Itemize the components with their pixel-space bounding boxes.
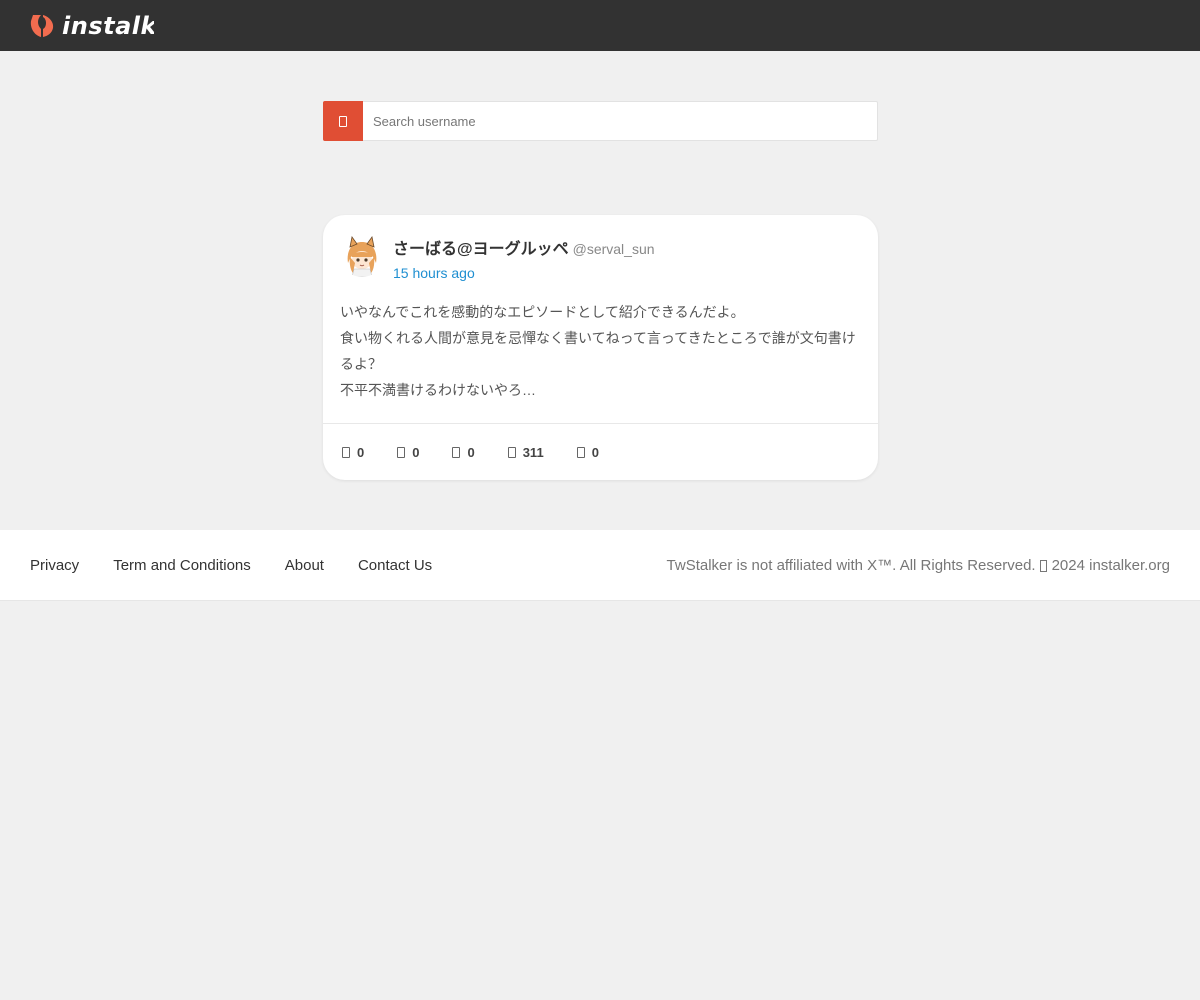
reply-icon [342,447,350,458]
card-divider [323,423,878,424]
like-count-value: 0 [467,445,475,460]
tweet-line: 食い物くれる人間が意見を忌憚なく書いてねって言ってきたところで誰が文句書け [340,330,856,346]
footer-link-privacy[interactable]: Privacy [30,557,79,574]
search-bar [323,101,878,141]
tweet-author-info: さーばる@ヨーグルッペ @serval_sun 15 hours ago [393,233,655,281]
tweet-text: いやなんでこれを感動的なエピソードとして紹介できるんだよ。 食い物くれる人間が意… [340,299,865,403]
retweet-count-value: 0 [412,445,420,460]
like-count[interactable]: 0 [452,445,475,460]
bookmark-icon [576,447,585,458]
author-display-name[interactable]: さーばる@ヨーグルッペ [393,241,569,258]
footer-links: Privacy Term and Conditions About Contac… [30,530,466,601]
bookmark-count-value: 0 [591,445,599,460]
tweet-timestamp[interactable]: 15 hours ago [393,265,655,281]
copyright-icon [1039,559,1047,572]
reply-count[interactable]: 0 [342,445,364,460]
search-icon [339,115,347,127]
copyright-notice: TwStalker is not affiliated with X™. All… [667,530,1170,601]
footer-link-contact[interactable]: Contact Us [358,557,432,574]
author-handle: @serval_sun [572,241,655,257]
retweet-icon [397,447,406,458]
reply-count-value: 0 [357,445,365,460]
brand-name: instalker [62,12,154,40]
bookmark-count[interactable]: 0 [576,445,599,460]
disclaimer-text: TwStalker is not affiliated with X™. All… [666,557,1036,574]
site-footer: Privacy Term and Conditions About Contac… [0,530,1200,601]
tweet-stats: 0 0 0 311 0 [342,445,632,460]
author-line: さーばる@ヨーグルッペ @serval_sun [393,235,655,259]
tweet-line: るよ？ [340,356,382,372]
avatar[interactable] [340,233,384,277]
copyright-year-site: 2024 instalker.org [1051,557,1170,574]
tweet-card: さーばる@ヨーグルッペ @serval_sun 15 hours ago いやなん… [323,215,878,480]
retweet-count[interactable]: 0 [397,445,419,460]
search-input[interactable] [363,102,877,140]
brand-logo-icon [30,15,54,37]
tweet-header: さーばる@ヨーグルッペ @serval_sun 15 hours ago [340,233,655,281]
brand-logo-link[interactable]: instalker [30,12,154,40]
like-icon [452,447,461,458]
footer-link-about[interactable]: About [285,557,324,574]
views-count-value: 311 [522,445,544,460]
views-icon [507,447,516,458]
top-navbar: instalker [0,0,1200,51]
tweet-line: いやなんでこれを感動的なエピソードとして紹介できるんだよ。 [340,304,745,320]
tweet-line: 不平不満書けるわけないやろ… [340,382,536,398]
search-button[interactable] [323,101,363,141]
views-count[interactable]: 311 [507,445,544,460]
footer-link-terms[interactable]: Term and Conditions [113,557,251,574]
